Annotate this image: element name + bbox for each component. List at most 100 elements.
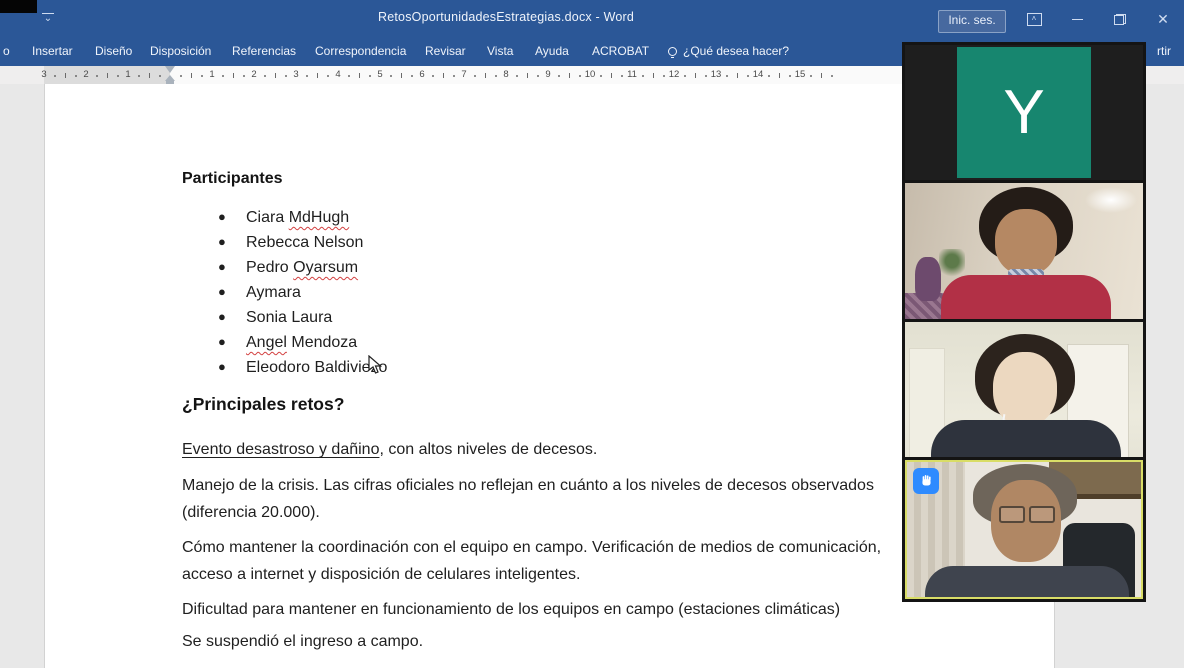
ruler-tick (642, 75, 644, 77)
share-button-partial[interactable]: rtir (1157, 44, 1171, 58)
video-tile-4[interactable] (905, 460, 1143, 599)
bullet-icon: ● (218, 334, 246, 349)
heading-participantes: Participantes (182, 170, 282, 188)
ruler-number: 3 (293, 69, 298, 80)
scene-shape (939, 249, 965, 279)
tell-me-label: ¿Qué desea hacer? (683, 44, 789, 58)
restore-icon (1114, 14, 1126, 25)
ruler-tick (348, 75, 350, 77)
scene-shape (995, 209, 1057, 275)
minimize-icon (1072, 19, 1083, 20)
underlined-text: Evento desastroso y dañino (182, 441, 379, 458)
ruler-tick (695, 73, 696, 78)
video-tile-3[interactable] (905, 322, 1143, 457)
scene-shape (931, 420, 1121, 457)
ruler-number: 1 (209, 69, 214, 80)
video-call-panel: Y (902, 42, 1146, 602)
ruler-tick (684, 75, 686, 77)
ruler-tick (621, 75, 623, 77)
participant-list-item: ●Rebecca Nelson (218, 234, 363, 259)
tell-me-box[interactable]: ¿Qué desea hacer? (668, 44, 789, 58)
participant-name-misspelled: Angel (246, 334, 287, 351)
paragraph-text: Dificultad para mantener en funcionamien… (182, 601, 840, 618)
ribbon-tab-disposici-n[interactable]: Disposición (150, 44, 211, 58)
ribbon-tab-correspondencia[interactable]: Correspondencia (315, 44, 406, 58)
participant-name-misspelled: Oyarsum (293, 259, 358, 276)
participant-avatar: Y (957, 47, 1091, 178)
ruler-number: 13 (711, 69, 722, 80)
participant-video-red-sweater (905, 183, 1143, 318)
ribbon-tab-referencias[interactable]: Referencias (232, 44, 296, 58)
ruler-tick (705, 75, 707, 77)
ruler-tick (149, 73, 150, 78)
ruler-tick (191, 73, 192, 78)
avatar-initial: Y (1003, 82, 1044, 144)
body-paragraph: Se suspendió el ingreso a campo. (182, 628, 423, 655)
ribbon-display-options-button[interactable]: ˄ (1019, 8, 1049, 30)
bullet-icon: ● (218, 309, 246, 324)
word-window: ⌄ RetosOportunidadesEstrategias.docx - W… (0, 0, 1184, 668)
body-paragraph: Cómo mantener la coordinación con el equ… (182, 534, 881, 588)
ribbon-tab-dise-o[interactable]: Diseño (95, 44, 132, 58)
participant-name: Sonia Laura (246, 309, 332, 326)
paragraph-text: Se suspendió el ingreso a campo. (182, 633, 423, 650)
participant-name: Aymara (246, 284, 301, 301)
window-title: RetosOportunidadesEstrategias.docx - Wor… (378, 10, 634, 24)
ribbon-tab-revisar[interactable]: Revisar (425, 44, 466, 58)
ruler-tick (411, 75, 413, 77)
body-paragraph: Evento desastroso y dañino, con altos ni… (182, 436, 597, 463)
ruler-tick (569, 73, 570, 78)
restore-button[interactable] (1105, 8, 1135, 30)
ruler-number: 4 (335, 69, 340, 80)
ruler-tick (789, 75, 791, 77)
ribbon-display-options-icon: ˄ (1027, 13, 1042, 26)
ruler-tick (75, 75, 77, 77)
ruler-tick (138, 75, 140, 77)
minimize-button[interactable] (1062, 8, 1092, 30)
ruler-tick (222, 75, 224, 77)
ruler-tick (443, 73, 444, 78)
ribbon-tab-vista[interactable]: Vista (487, 44, 513, 58)
video-tile-1[interactable]: Y (905, 45, 1143, 180)
ruler-tick (180, 75, 182, 77)
bullet-icon: ● (218, 359, 246, 374)
ruler-tick (810, 75, 812, 77)
ruler-tick (831, 75, 833, 77)
ruler-number: 6 (419, 69, 424, 80)
quick-access-toolbar-chevron-icon[interactable]: ⌄ (42, 13, 54, 26)
close-icon: ✕ (1157, 12, 1169, 26)
paragraph-text: Cómo mantener la coordinación con el equ… (182, 539, 881, 583)
participant-video-glasses (907, 462, 1141, 597)
ruler-tick (432, 75, 434, 77)
first-line-indent-marker[interactable] (165, 66, 175, 73)
raised-hand-icon (919, 473, 934, 488)
ribbon-tab-acrobat[interactable]: ACROBAT (592, 44, 649, 58)
participant-list-item: ●Aymara (218, 284, 301, 309)
ribbon-tab-insertar[interactable]: Insertar (32, 44, 73, 58)
close-button[interactable]: ✕ (1148, 8, 1178, 30)
ruler-number: 12 (669, 69, 680, 80)
bullet-icon: ● (218, 209, 246, 224)
bullet-icon: ● (218, 234, 246, 249)
ruler-tick (495, 75, 497, 77)
scene-shape (915, 257, 941, 301)
ruler-tick (516, 75, 518, 77)
ruler-number: 2 (251, 69, 256, 80)
ruler-number: 1 (125, 69, 130, 80)
body-paragraph: Dificultad para mantener en funcionamien… (182, 596, 840, 623)
ruler-tick (653, 73, 654, 78)
ruler-tick (663, 75, 665, 77)
ruler-number: 11 (627, 69, 637, 80)
ruler-number: 9 (545, 69, 550, 80)
video-tile-2[interactable] (905, 183, 1143, 318)
ruler-tick (201, 75, 203, 77)
ruler-tick (327, 75, 329, 77)
sign-in-button[interactable]: Inic. ses. (938, 10, 1006, 33)
ribbon-tab-ayuda[interactable]: Ayuda (535, 44, 569, 58)
ribbon-tab-o[interactable]: o (3, 44, 10, 58)
ruler-tick (768, 75, 770, 77)
ruler-tick (285, 75, 287, 77)
ruler-tick (485, 73, 486, 78)
participant-name: Pedro (246, 259, 293, 276)
ruler-number: 15 (795, 69, 806, 80)
